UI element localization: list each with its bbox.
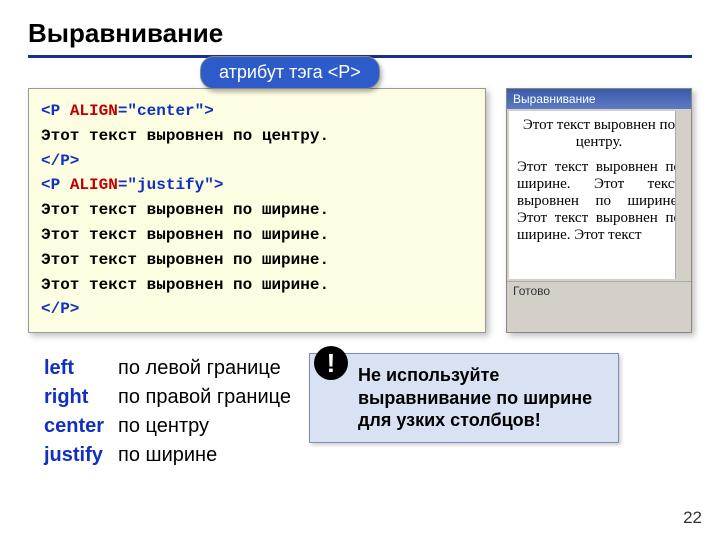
- code-text: Этот текст выровнен по ширине.: [41, 273, 473, 298]
- code-text: Этот текст выровнен по центру.: [41, 124, 473, 149]
- def-val: по центру: [118, 413, 291, 440]
- code-tag-close: </P>: [41, 297, 473, 322]
- preview-center-text: Этот текст выровнен по центру.: [517, 117, 681, 151]
- def-val: по левой границе: [118, 355, 291, 382]
- table-row: center по центру: [44, 413, 291, 440]
- code-text: Этот текст выровнен по ширине.: [41, 223, 473, 248]
- table-row: right по правой границе: [44, 384, 291, 411]
- code-tag-close: </P>: [41, 149, 473, 174]
- code-tag: <P: [41, 176, 70, 194]
- attribute-badge: атрибут тэга <P>: [200, 56, 380, 89]
- def-key: justify: [44, 442, 116, 469]
- exclamation-icon: !: [314, 346, 348, 380]
- code-attribute: ALIGN: [70, 176, 118, 194]
- def-key: center: [44, 413, 116, 440]
- code-attribute: ALIGN: [70, 102, 118, 120]
- alignment-definitions: left по левой границе right по правой гр…: [28, 353, 293, 471]
- warning-box: ! Не используйте выравнивание по ширине …: [309, 353, 619, 443]
- code-example: <P ALIGN="center"> Этот текст выровнен п…: [28, 88, 486, 333]
- def-val: по правой границе: [118, 384, 291, 411]
- table-row: justify по ширине: [44, 442, 291, 469]
- preview-titlebar: Выравнивание: [507, 89, 691, 109]
- page-number: 22: [683, 508, 702, 528]
- table-row: left по левой границе: [44, 355, 291, 382]
- code-tag: <P: [41, 102, 70, 120]
- preview-justify-text: Этот текст выровнен по ширине. Этот текс…: [517, 159, 681, 244]
- browser-preview: Выравнивание Этот текст выровнен по цент…: [506, 88, 692, 333]
- page-title: Выравнивание: [28, 18, 692, 58]
- scrollbar[interactable]: [675, 111, 689, 279]
- code-value: ="center">: [118, 102, 214, 120]
- code-text: Этот текст выровнен по ширине.: [41, 198, 473, 223]
- def-val: по ширине: [118, 442, 291, 469]
- code-value: ="justify">: [118, 176, 224, 194]
- warning-text: Не используйте выравнивание по ширине дл…: [358, 364, 604, 432]
- preview-body: Этот текст выровнен по центру. Этот текс…: [509, 111, 689, 279]
- def-key: left: [44, 355, 116, 382]
- def-key: right: [44, 384, 116, 411]
- preview-statusbar: Готово: [507, 281, 691, 300]
- code-text: Этот текст выровнен по ширине.: [41, 248, 473, 273]
